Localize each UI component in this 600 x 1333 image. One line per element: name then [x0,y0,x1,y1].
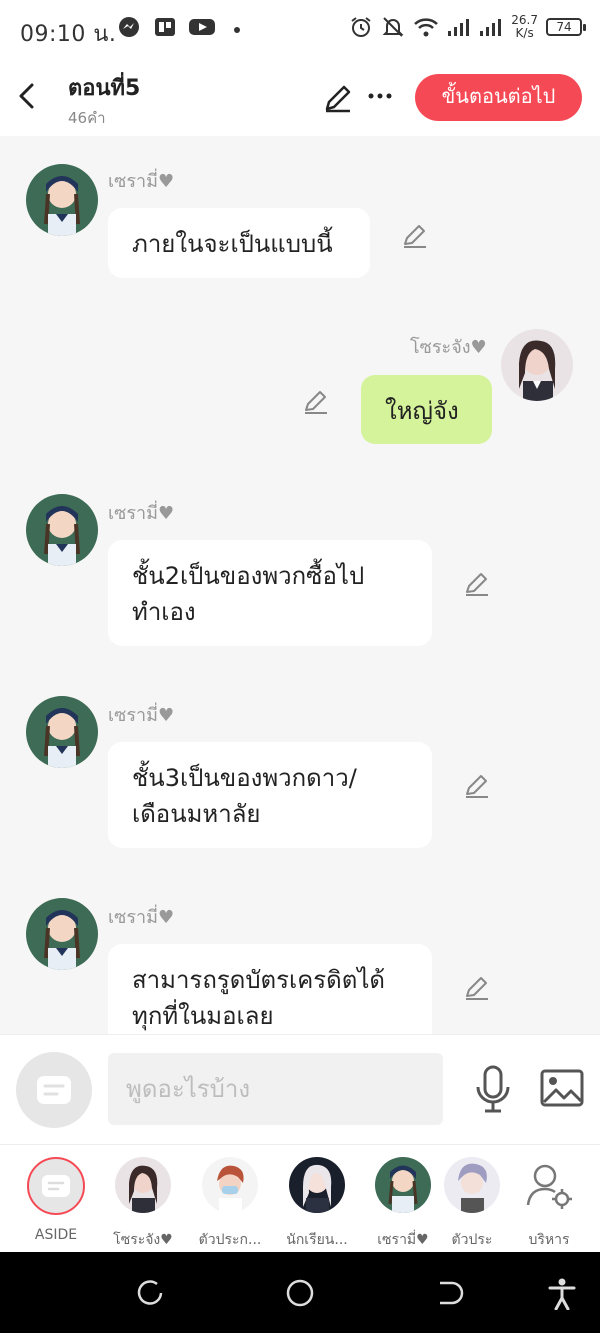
chat-area[interactable]: เซรามี่♥ ภายในจะเป็นแบบนี้ โซระจัง♥ ใหญ่… [0,136,600,1034]
image-icon[interactable] [540,1068,584,1108]
aside-toggle-button[interactable] [16,1052,92,1128]
character-selector: ASIDE โซระจัง♥ ตัวประก... นักเรียน... เซ… [0,1144,600,1252]
sender-name: เซรามี่♥ [108,171,175,192]
message-bubble[interactable]: ชั้น3เป็นของพวกดาว/ เดือนมหาลัย [108,742,432,848]
character-label: บริหาร [528,1232,570,1248]
messenger-icon [119,17,139,37]
back-arrow-icon[interactable] [14,80,40,112]
back-icon[interactable] [434,1278,464,1308]
message-text-line: ทุกที่ในมอเลย [132,1002,274,1030]
next-step-button[interactable]: ขั้นตอนต่อไป [415,74,582,121]
character-sora[interactable]: โซระจัง♥ [103,1157,183,1251]
message-bubble[interactable]: ชั้น2เป็นของพวกซื้อไป ทำเอง [108,540,432,646]
signal-icon [448,19,470,36]
aside-icon [27,1157,85,1215]
message-text-line: เดือนมหาลัย [132,800,261,828]
sender-name: เซรามี่♥ [108,503,175,524]
chapter-title: ตอนที่5 [68,76,141,101]
edit-message-icon[interactable] [463,570,491,598]
edit-pencil-icon[interactable] [322,82,354,114]
manage-characters-button[interactable]: บริหาร [509,1157,589,1251]
sender-name: เซรามี่♥ [108,907,175,928]
sender-name: โซระจัง♥ [410,337,487,358]
recent-apps-icon[interactable] [135,1278,165,1308]
character-extra-2[interactable]: ตัวประ [440,1157,504,1251]
network-speed-unit: K/s [515,26,534,40]
system-navigation-bar [0,1252,600,1333]
edit-message-icon[interactable] [302,388,330,416]
status-time: 09:10 น. [20,22,117,47]
mute-notification-icon [382,17,404,37]
message-input[interactable] [108,1053,443,1125]
avatar-serami[interactable] [26,494,98,566]
message-bubble[interactable]: สามารถรูดบัตรเครดิตได้ ทุกที่ในมอเลย [108,944,432,1034]
character-label: นักเรียน... [286,1232,348,1248]
app-icon [155,18,175,36]
edit-message-icon[interactable] [463,772,491,800]
character-avatar [202,1157,258,1213]
word-count: 46คำ [68,109,106,127]
battery-indicator: 74 [546,18,586,36]
character-avatar [375,1157,431,1213]
chapter-header: ตอนที่5 46คำ ขั้นตอนต่อไป [0,60,600,136]
microphone-icon[interactable] [473,1065,513,1115]
message-text-line: ชั้น2เป็นของพวกซื้อไป [132,562,365,590]
accessibility-icon[interactable] [548,1278,576,1310]
alarm-icon [351,17,371,37]
user-settings-icon [526,1164,572,1209]
status-bar: 09:10 น. 26.7 K/s 74 [0,0,600,60]
message-text: ใหญ่จัง [385,397,459,425]
character-label: ตัวประ [451,1232,493,1248]
avatar-serami[interactable] [26,696,98,768]
avatar-serami[interactable] [26,164,98,236]
character-extra-1[interactable]: ตัวประก... [190,1157,270,1251]
network-speed: 26.7 K/s [511,14,538,40]
edit-message-icon[interactable] [401,222,429,250]
character-label: เซรามี่♥ [377,1232,429,1248]
character-serami[interactable]: เซรามี่♥ [363,1157,443,1251]
character-label: โซระจัง♥ [113,1232,173,1248]
home-icon[interactable] [285,1278,315,1308]
message-text-line: สามารถรูดบัตรเครดิตได้ [132,966,386,994]
character-aside[interactable]: ASIDE [16,1157,96,1243]
character-label: ASIDE [34,1227,78,1243]
dot-icon [234,27,240,33]
status-right: 26.7 K/s 74 [349,14,586,40]
message-text: ภายในจะเป็นแบบนี้ [132,230,333,258]
sender-name: เซรามี่♥ [108,705,175,726]
more-options-icon[interactable] [368,80,392,112]
character-avatar [444,1157,500,1213]
youtube-icon [189,19,215,35]
avatar-serami[interactable] [26,898,98,970]
signal-icon-2 [480,19,502,36]
character-student[interactable]: นักเรียน... [277,1157,357,1251]
character-label: ตัวประก... [198,1232,262,1248]
wifi-icon [414,18,439,37]
character-avatar [115,1157,171,1213]
avatar-sora[interactable] [501,329,573,401]
message-bubble[interactable]: ภายในจะเป็นแบบนี้ [108,208,370,278]
message-text-line: ทำเอง [132,598,196,626]
message-text-line: ชั้น3เป็นของพวกดาว/ [132,764,357,792]
chat-bubble-icon [37,1076,71,1104]
message-bubble[interactable]: ใหญ่จัง [361,375,492,444]
character-avatar [289,1157,345,1213]
edit-message-icon[interactable] [463,974,491,1002]
message-input-bar [0,1034,600,1144]
